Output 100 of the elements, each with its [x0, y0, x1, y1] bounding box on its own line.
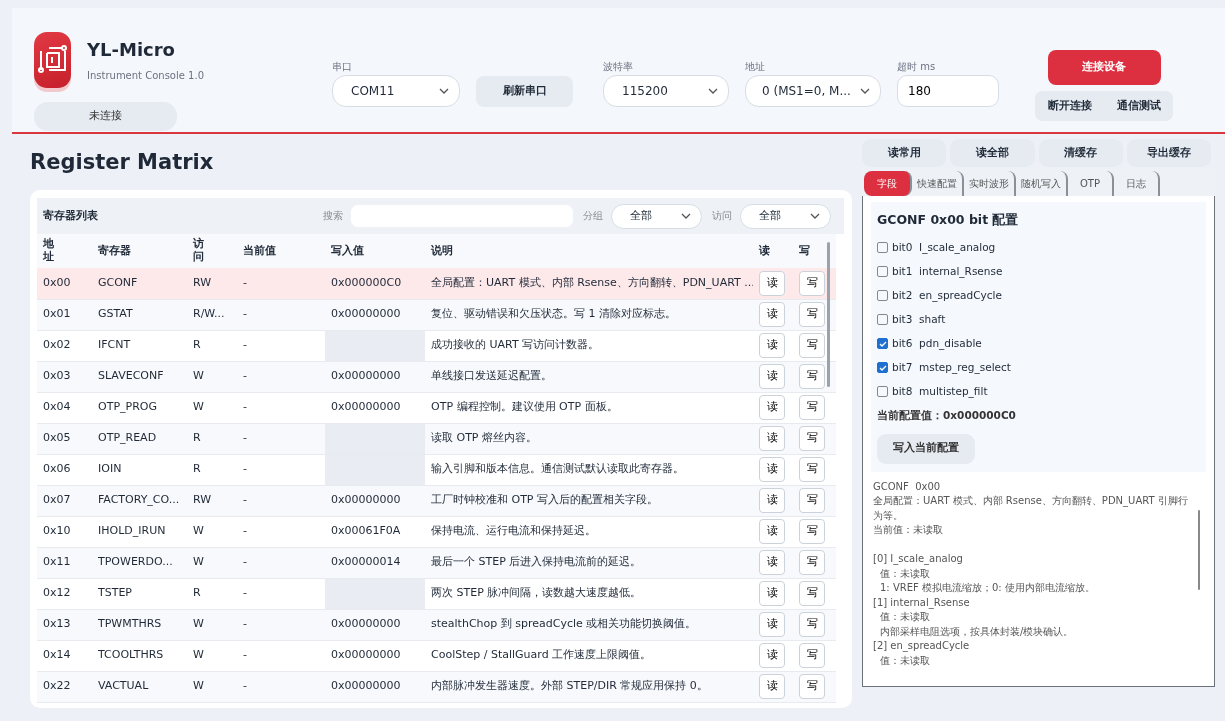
write-button[interactable]: 写	[799, 488, 825, 513]
table-cell: 0x00000000	[331, 369, 401, 383]
checkbox[interactable]	[877, 266, 888, 278]
scrollbar[interactable]	[827, 242, 830, 387]
table-cell: 0x05	[43, 431, 71, 445]
write-button[interactable]: 写	[799, 519, 825, 544]
write-button[interactable]: 写	[799, 612, 825, 637]
detail-text: 值：未读取	[879, 653, 931, 668]
write-button[interactable]: 写	[799, 270, 825, 296]
checkbox[interactable]	[877, 386, 888, 398]
current-value: 当前配置值：0x000000C0	[877, 407, 1017, 423]
action-button[interactable]: 清缓存	[1038, 139, 1123, 167]
table-cell: 成功接收的 UART 写访问计数器。	[431, 338, 600, 352]
checkbox[interactable]	[877, 362, 888, 374]
table-cell: 0x04	[43, 400, 71, 414]
read-button[interactable]: 读	[759, 395, 785, 420]
write-button[interactable]: 写	[799, 395, 825, 420]
table-cell: 内部脉冲发生器速度。外部 STEP/DIR 常规应用保持 0。	[431, 679, 708, 693]
column-header: 地址	[43, 236, 55, 264]
table-cell: FACTORY_CO...	[98, 493, 180, 507]
read-button[interactable]: 读	[759, 426, 785, 451]
action-button[interactable]: 导出缓存	[1126, 139, 1211, 167]
apply-button[interactable]: 写入当前配置	[877, 433, 975, 464]
refresh-button[interactable]: 刷新串口	[476, 76, 573, 107]
read-button[interactable]: 读	[759, 643, 785, 668]
table-cell: 0x00061F0A	[331, 524, 401, 538]
connection-status[interactable]: 未连接	[34, 102, 177, 131]
checkbox[interactable]	[877, 242, 888, 254]
write-button[interactable]: 写	[799, 364, 825, 389]
write-button[interactable]: 写	[799, 674, 825, 699]
checkbox[interactable]	[877, 338, 888, 350]
action-button[interactable]: 读全部	[950, 139, 1035, 167]
read-button[interactable]: 读	[759, 302, 785, 327]
read-button[interactable]: 读	[759, 581, 785, 606]
action-button[interactable]: 读常用	[862, 139, 947, 167]
app-name: YL-Micro	[87, 40, 176, 60]
field-label: 波特率	[603, 60, 634, 74]
read-button[interactable]: 读	[759, 612, 785, 637]
table-cell: TPOWERDO...	[98, 555, 173, 569]
table-cell: IHOLD_IRUN	[98, 524, 166, 538]
timeout-field[interactable]: 180	[897, 75, 999, 107]
table-cell: 0x13	[43, 617, 71, 631]
table-cell: RW	[193, 276, 212, 289]
table-cell: R/W...	[193, 307, 225, 321]
read-button[interactable]: 读	[759, 270, 785, 296]
table-cell: -	[243, 338, 247, 352]
write-button[interactable]: 写	[799, 457, 825, 482]
column-header: 访问	[193, 236, 205, 264]
table-cell: 0x14	[43, 648, 71, 662]
table-cell: 0x00000000	[331, 307, 401, 321]
table-cell: 0x00000000	[331, 617, 401, 631]
access-select[interactable]: 全部	[740, 203, 831, 229]
table-cell: OTP 编程控制。建议使用 OTP 面板。	[431, 400, 618, 414]
read-button[interactable]: 读	[759, 457, 785, 482]
table-cell: -	[243, 431, 247, 445]
table-cell: 最后一个 STEP 后进入保持电流前的延迟。	[431, 555, 642, 569]
read-button[interactable]: 读	[759, 488, 785, 513]
table-cell: W	[193, 617, 204, 631]
group-select[interactable]: 全部	[611, 203, 702, 229]
chevron-icon	[681, 213, 691, 219]
table-cell: stealthChop 到 spreadCycle 或相关功能切换阈值。	[431, 617, 697, 631]
read-button[interactable]: 读	[759, 333, 785, 358]
chevron-icon	[810, 213, 820, 219]
field-label: 超时 ms	[897, 60, 937, 74]
table-cell: -	[243, 493, 247, 507]
read-button[interactable]: 读	[759, 550, 785, 575]
read-button[interactable]: 读	[759, 364, 785, 389]
checkbox[interactable]	[877, 290, 888, 302]
scrollbar[interactable]	[1198, 509, 1200, 590]
table-cell: VACTUAL	[98, 679, 149, 693]
write-button[interactable]: 写	[799, 581, 825, 606]
port-select[interactable]: COM11	[332, 75, 460, 107]
table-cell: GSTAT	[98, 307, 133, 321]
page-title: Register Matrix	[30, 149, 215, 172]
checkbox[interactable]	[877, 314, 888, 326]
address-select[interactable]: 0 (MS1=0, M...	[745, 75, 881, 107]
write-button[interactable]: 写	[799, 333, 825, 358]
read-button[interactable]: 读	[759, 519, 785, 544]
write-button[interactable]: 写	[799, 302, 825, 327]
table-cell: TPWMTHRS	[98, 617, 162, 631]
read-button[interactable]: 读	[759, 674, 785, 699]
table-cell: 全局配置：UART 模式、内部 Rsense、方向翻转、PDN_UART ...	[431, 276, 753, 289]
chevron-icon	[708, 88, 718, 94]
column-header: 写	[799, 243, 810, 257]
connect-button[interactable]: 连接设备	[1047, 50, 1161, 85]
table-cell: 0x00000014	[331, 555, 401, 569]
table-cell: -	[243, 369, 247, 383]
panel-tab[interactable]: 字段	[864, 171, 912, 196]
baud-select[interactable]: 115200	[603, 75, 729, 107]
write-button[interactable]: 写	[799, 550, 825, 575]
bit-label: bit1 internal_Rsense	[892, 263, 1003, 280]
write-button[interactable]: 写	[799, 643, 825, 668]
table-cell: 输入引脚和版本信息。通信测试默认读取此寄存器。	[431, 462, 684, 476]
table-cell: W	[193, 679, 204, 693]
group-label: 分组	[583, 208, 603, 223]
table-cell: IOIN	[98, 462, 122, 476]
table-cell: -	[243, 307, 247, 321]
write-button[interactable]: 写	[799, 426, 825, 451]
table-cell: 0x07	[43, 493, 71, 507]
table-cell: 0x02	[43, 338, 71, 352]
